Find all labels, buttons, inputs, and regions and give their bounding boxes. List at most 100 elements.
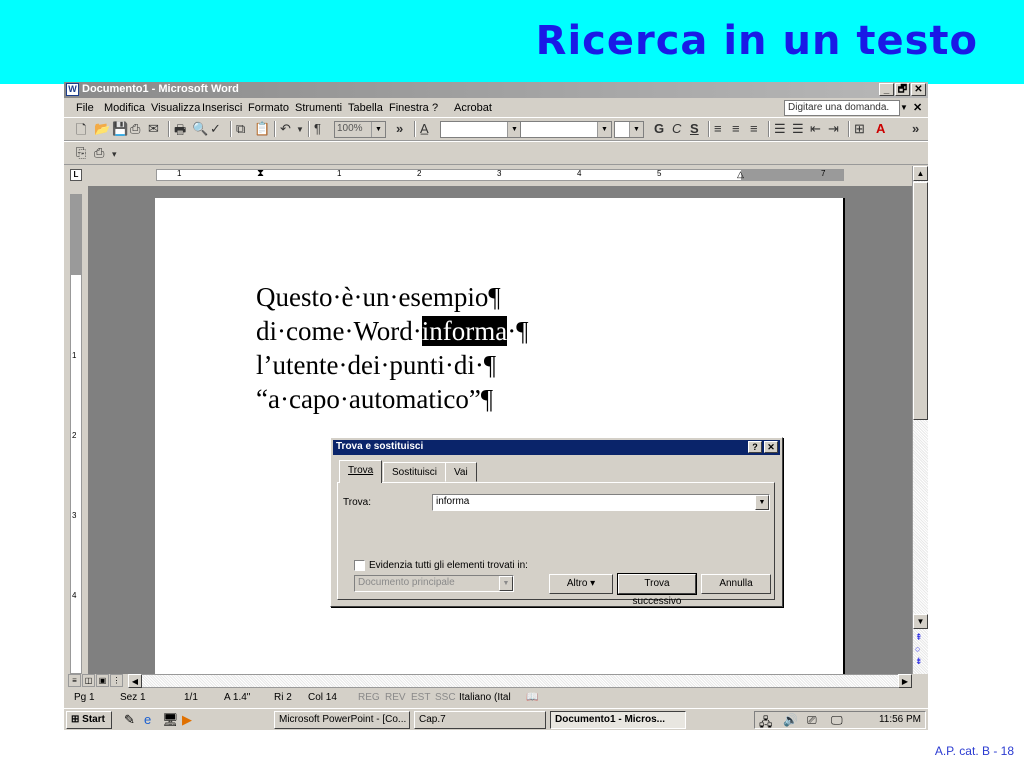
dialog-close-button[interactable]: ✕ [764,441,778,453]
status-language[interactable]: Italiano (Ital [459,692,511,703]
zoom-select[interactable]: 100% ▼ [334,121,386,138]
menu-finestra[interactable]: Finestra [389,102,429,114]
quick-launch-editor-icon[interactable]: ✎ [124,712,135,728]
ask-dropdown-icon[interactable]: ▼ [900,103,908,112]
toolbar-options-icon[interactable]: » [396,121,403,136]
decrease-indent-icon[interactable]: ⇤ [810,121,821,137]
menu-tabella[interactable]: Tabella [348,102,383,114]
email-icon[interactable]: ✉ [148,121,159,137]
bullets-icon[interactable]: ☰ [792,121,804,137]
undo-dropdown-icon[interactable]: ▼ [296,125,304,134]
menu-formato[interactable]: Formato [248,102,289,114]
ask-question-input[interactable]: Digitare una domanda. [784,100,900,116]
word-app-icon[interactable]: W [66,83,79,96]
font-select[interactable]: ▼ [520,121,612,138]
internet-explorer-icon[interactable]: e [144,712,151,727]
start-button[interactable]: ⊞ Start [66,711,112,729]
pdf-email-icon[interactable]: ⎙ [94,145,104,161]
desktop-icon[interactable]: 🖥 [162,712,179,728]
next-page-icon[interactable]: ⇟ [915,656,923,667]
menu-acrobat[interactable]: Acrobat [454,102,492,114]
tab-sostituisci[interactable]: Sostituisci [383,462,447,482]
menu-help[interactable]: ? [432,102,438,114]
indent-marker-icon[interactable]: ⧗ [257,168,264,179]
chevron-down-icon[interactable]: ▼ [597,122,611,137]
scroll-left-icon[interactable]: ◀ [128,674,142,688]
styles-icon[interactable]: A̲ [420,121,429,136]
horizontal-ruler[interactable]: 1 ⧗ 1 2 3 4 5 △ 7 [156,168,844,181]
media-player-icon[interactable]: ▶ [182,712,192,728]
new-document-icon[interactable]: 🗋 [76,121,86,143]
highlight-all-checkbox[interactable] [354,560,365,571]
toolbar-dropdown-icon[interactable]: ▾ [112,149,117,160]
style-select[interactable]: ▼ [440,121,522,138]
vertical-ruler[interactable]: 1 2 3 4 [70,194,82,674]
tray-app-icon[interactable]: ⎚ [807,713,817,728]
increase-indent-icon[interactable]: ⇥ [828,121,839,137]
restore-button[interactable]: 🗗 [895,83,910,96]
menu-inserisci[interactable]: Inserisci [202,102,242,114]
print-icon[interactable]: 🖶 [174,121,186,143]
chevron-down-icon[interactable]: ▼ [629,122,643,137]
print-layout-icon[interactable]: ▣ [96,674,109,687]
tab-trova[interactable]: Trova [339,460,383,483]
dialog-help-button[interactable]: ? [748,441,762,453]
font-color-icon[interactable]: A [876,121,885,136]
document-close-button[interactable]: ✕ [913,101,922,114]
search-scope-select[interactable]: Documento principale ▼ [354,575,514,592]
open-folder-icon[interactable]: 📂 [94,121,110,137]
chevron-down-icon[interactable]: ▼ [499,576,513,591]
toolbar-more-icon[interactable]: » [912,121,919,136]
align-right-icon[interactable]: ≡ [750,121,758,136]
find-next-button[interactable]: Trova successivo [617,573,697,607]
convert-to-pdf-icon[interactable]: ⎘ [76,145,86,161]
dialog-title-bar[interactable]: Trova e sostituisci ? ✕ [333,440,780,455]
find-input[interactable]: informa ▼ [432,494,770,511]
spelling-icon[interactable]: ✓ [210,121,221,137]
numbering-icon[interactable]: ☰ [774,121,786,137]
scroll-thumb[interactable] [913,182,928,420]
font-size-select[interactable]: ▼ [614,121,644,138]
more-button[interactable]: Altro ▾ [549,574,613,594]
align-left-icon[interactable]: ≡ [714,121,722,136]
borders-icon[interactable]: ⊞ [854,121,865,137]
align-center-icon[interactable]: ≡ [732,121,740,136]
paste-icon[interactable]: 📋 [254,121,270,137]
volume-icon[interactable]: 🔊 [783,713,798,727]
taskbar-powerpoint[interactable]: Microsoft PowerPoint - [Co... [274,711,410,729]
status-record[interactable]: REG [358,692,380,703]
chevron-down-icon[interactable]: ▼ [507,122,521,137]
web-view-icon[interactable]: ◫ [82,674,95,687]
scroll-right-icon[interactable]: ▶ [898,674,912,688]
underline-button[interactable]: S [690,121,699,136]
title-bar[interactable]: W Documento1 - Microsoft Word _ 🗗 ✕ [64,82,928,98]
chevron-down-icon[interactable]: ▼ [755,495,769,510]
cancel-button[interactable]: Annulla [701,574,771,594]
status-overtype[interactable]: SSC [435,692,456,703]
italic-button[interactable]: C [672,121,681,136]
bold-button[interactable]: G [654,121,664,136]
horizontal-scrollbar[interactable]: ◀ ▶ [128,674,912,688]
tab-selector[interactable]: L [70,169,82,181]
scroll-down-icon[interactable]: ▼ [913,614,928,629]
network-icon[interactable]: 🖧 [759,713,772,734]
highlight-all-label[interactable]: Evidenzia tutti gli elementi trovati in: [369,560,528,571]
show-formatting-icon[interactable]: ¶ [314,121,321,136]
taskbar-word[interactable]: Documento1 - Micros... [550,711,686,729]
status-extend[interactable]: EST [411,692,430,703]
outline-view-icon[interactable]: ⋮ [110,674,123,687]
tab-vai[interactable]: Vai [445,462,477,482]
scroll-up-icon[interactable]: ▲ [913,166,928,181]
normal-view-icon[interactable]: ≡ [68,674,81,687]
menu-file[interactable]: File [76,102,94,114]
undo-icon[interactable]: ↶ [280,121,291,137]
spelling-status-icon[interactable]: 📖 [526,692,538,703]
print-preview-icon[interactable]: 🔍 [192,121,208,137]
browse-object-icon[interactable]: ○ [915,644,920,654]
right-indent-icon[interactable]: △ [737,169,744,180]
menu-strumenti[interactable]: Strumenti [295,102,342,114]
minimize-button[interactable]: _ [879,83,894,96]
vertical-scrollbar[interactable]: ▲ ▼ ⇞ ○ ⇟ [912,166,928,674]
previous-page-icon[interactable]: ⇞ [915,632,923,643]
taskbar-folder[interactable]: Cap.7 [414,711,546,729]
